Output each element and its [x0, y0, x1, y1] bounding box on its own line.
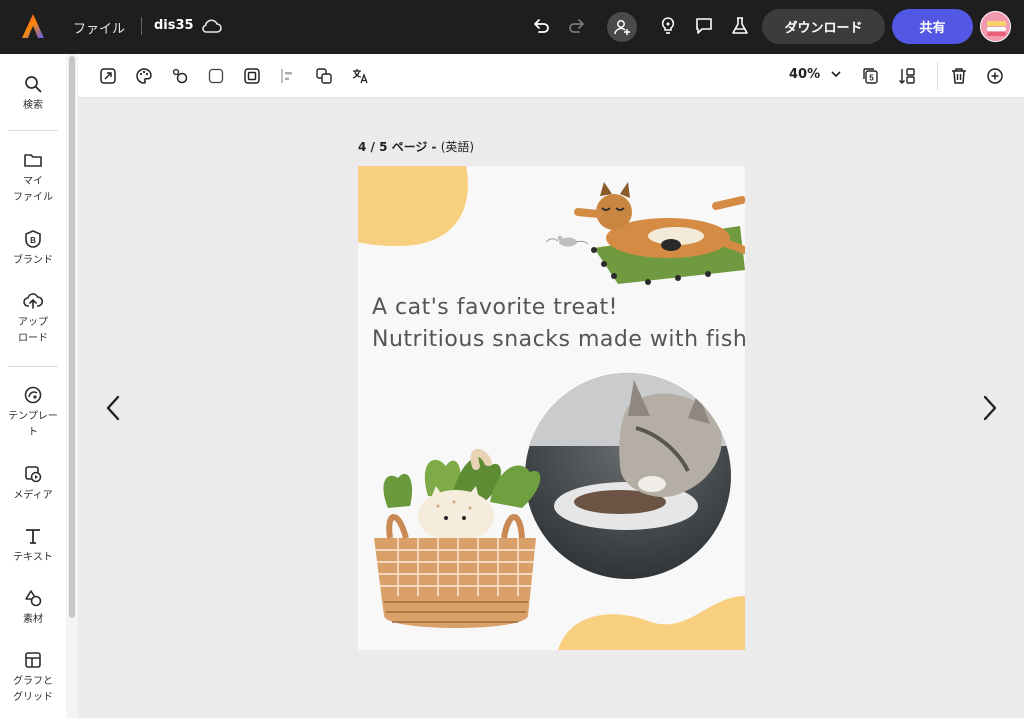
divider: [8, 130, 58, 131]
sidebar-item-label: ブランド: [13, 255, 53, 266]
page-number: 4 / 5 ページ -: [358, 140, 441, 154]
avatar[interactable]: [980, 11, 1011, 42]
sidebar-item-label: メディア: [13, 490, 53, 501]
divider: [141, 17, 142, 35]
comment-icon[interactable]: [692, 14, 716, 38]
brand-icon: B: [25, 230, 41, 248]
search-icon: [25, 76, 42, 93]
page-indicator: 4 / 5 ページ - (英語): [358, 138, 474, 155]
document-name[interactable]: dis35: [154, 18, 194, 33]
yellow-blob-bottom-right: [558, 596, 745, 650]
folder-icon: [24, 154, 42, 167]
sidebar-item-upload[interactable]: アップ ロード: [0, 291, 66, 347]
cat-eating-photo: [525, 373, 731, 579]
page-language: (英語): [440, 140, 475, 154]
undo-icon[interactable]: [529, 14, 553, 38]
elements-icon: [25, 590, 42, 607]
svg-text:5: 5: [869, 74, 874, 83]
sidebar-item-templates[interactable]: テンプレー ト: [0, 385, 66, 441]
headline-line-1: A cat's favorite treat!: [372, 295, 618, 320]
zoom-level[interactable]: 40%: [789, 67, 820, 82]
upload-icon: [23, 293, 43, 309]
animation-icon[interactable]: [170, 66, 190, 86]
translate-icon[interactable]: [350, 66, 370, 86]
download-button[interactable]: ダウンロード: [762, 9, 885, 44]
headline-text[interactable]: A cat's favorite treat! Nutritious snack…: [372, 292, 745, 356]
align-icon[interactable]: [278, 66, 298, 86]
divider: [937, 62, 938, 90]
file-menu[interactable]: ファイル: [73, 18, 125, 37]
sidebar-item-search[interactable]: 検索: [0, 74, 66, 114]
basket-cat-illustration: [374, 448, 541, 628]
svg-text:B: B: [30, 236, 36, 245]
share-button[interactable]: 共有: [892, 9, 973, 44]
top-bar: ファイル dis35 ダウンロード 共有: [0, 0, 1024, 54]
resize-icon[interactable]: [98, 66, 118, 86]
shape-icon[interactable]: [206, 66, 226, 86]
chevron-down-icon[interactable]: [830, 68, 842, 80]
context-toolbar: 40% 5: [78, 54, 1024, 98]
media-icon: [25, 466, 42, 483]
artboard-artwork: [358, 166, 745, 650]
add-page-icon[interactable]: [985, 66, 1005, 86]
headline-line-2: Nutritious snacks made with fish: [372, 327, 745, 352]
sidebar-item-label: 素材: [23, 614, 43, 625]
previous-page-icon[interactable]: [103, 394, 123, 422]
cloud-icon[interactable]: [200, 16, 222, 36]
flask-icon[interactable]: [728, 14, 752, 38]
sidebar-item-label: マイ ファイル: [13, 176, 53, 203]
invite-user-icon[interactable]: [607, 12, 637, 42]
sidebar-item-label: アップ ロード: [18, 317, 48, 344]
redo-icon[interactable]: [565, 14, 589, 38]
left-sidebar: 検索 マイ ファイル B ブランド アップ ロード テンプレー ト メディア テ…: [0, 54, 66, 718]
grid-icon: [25, 652, 41, 668]
sleeping-cat-illustration: [574, 182, 745, 285]
palette-icon[interactable]: [134, 66, 154, 86]
sidebar-item-my-files[interactable]: マイ ファイル: [0, 150, 66, 206]
sidebar-item-elements[interactable]: 素材: [0, 588, 66, 628]
reorder-pages-icon[interactable]: [897, 66, 917, 86]
sidebar-scroll-thumb[interactable]: [69, 56, 75, 618]
page-count-icon[interactable]: 5: [861, 66, 881, 86]
sidebar-item-charts-grids[interactable]: グラフと グリッド: [0, 650, 66, 706]
text-icon: [26, 529, 40, 544]
template-icon: [24, 386, 42, 404]
trash-icon[interactable]: [949, 66, 969, 86]
mouse-illustration: [545, 235, 589, 247]
next-page-icon[interactable]: [980, 394, 1000, 422]
yellow-blob-top-left: [358, 166, 468, 246]
sidebar-item-media[interactable]: メディア: [0, 464, 66, 504]
divider: [8, 366, 58, 367]
sidebar-item-label: テキスト: [13, 552, 53, 563]
sidebar-item-label: テンプレー ト: [8, 411, 58, 438]
sidebar-item-label: 検索: [23, 100, 43, 111]
lightbulb-icon[interactable]: [656, 14, 680, 38]
border-icon[interactable]: [242, 66, 262, 86]
design-artboard[interactable]: A cat's favorite treat! Nutritious snack…: [358, 166, 745, 650]
sidebar-item-label: グラフと グリッド: [13, 676, 53, 703]
sidebar-item-brand[interactable]: B ブランド: [0, 229, 66, 269]
sidebar-item-text[interactable]: テキスト: [0, 526, 66, 566]
layers-icon[interactable]: [314, 66, 334, 86]
adobe-express-logo-icon[interactable]: [21, 13, 45, 39]
